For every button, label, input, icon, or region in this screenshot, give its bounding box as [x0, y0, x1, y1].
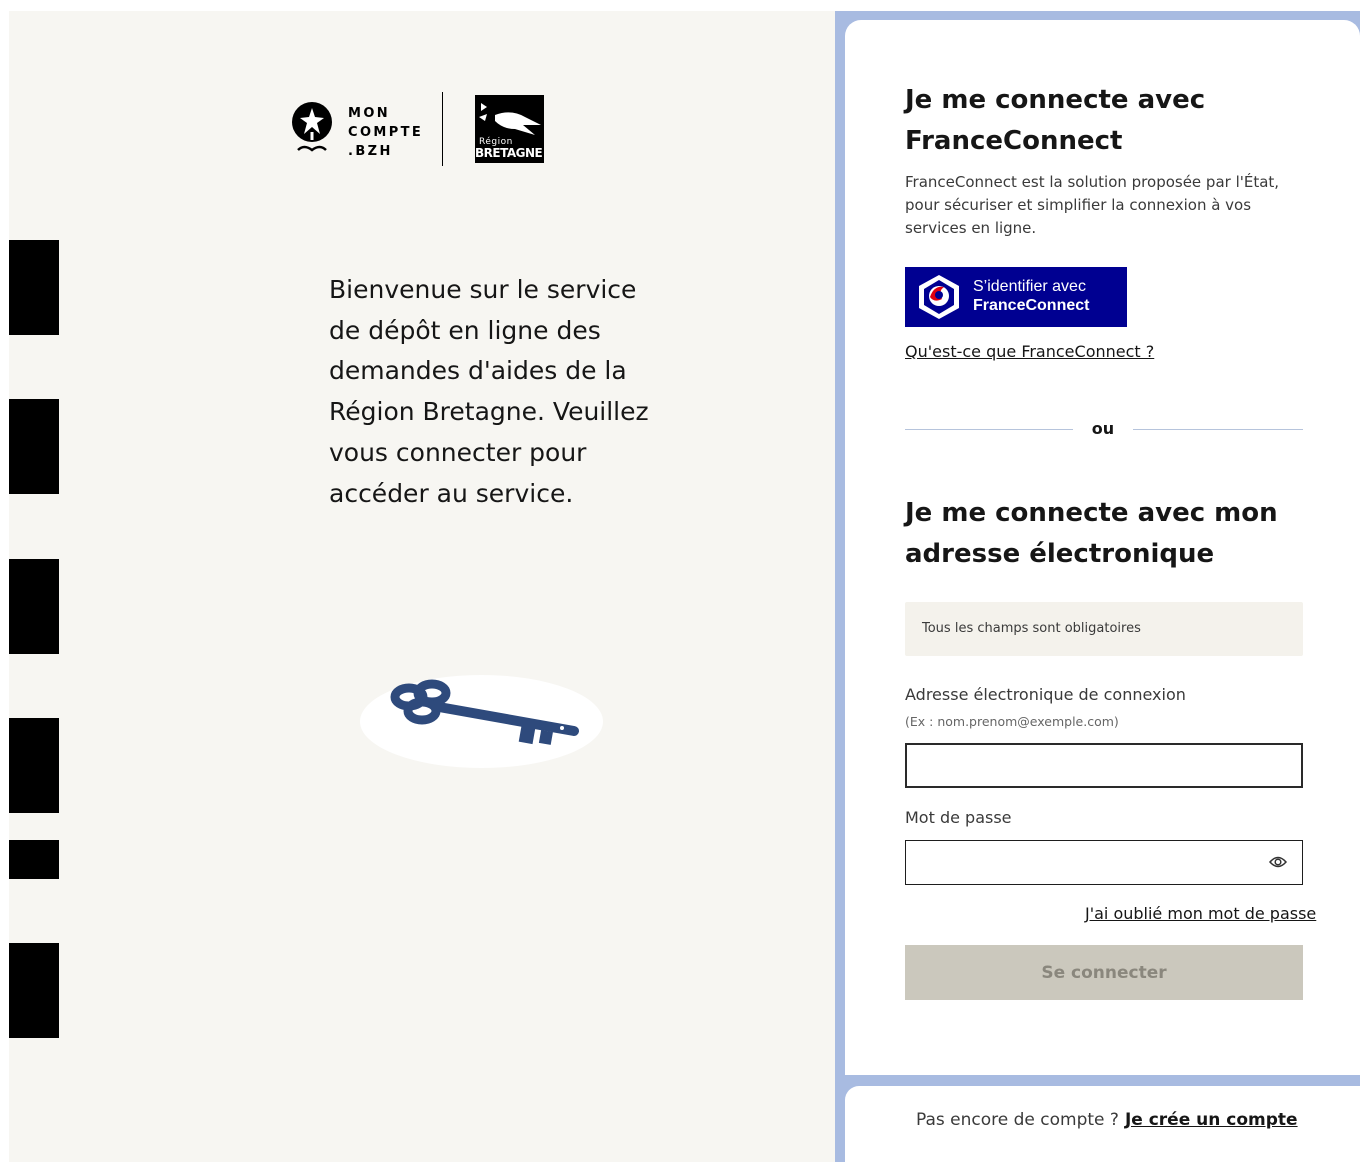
logo-line: MON — [348, 106, 391, 121]
forgot-password-link[interactable]: J'ai oublié mon mot de passe — [1085, 904, 1316, 923]
franceconnect-button-line1: S’identifier avec — [973, 278, 1086, 295]
key-illustration — [360, 675, 603, 768]
email-input[interactable] — [905, 743, 1303, 788]
franceconnect-info-link[interactable]: Qu'est-ce que FranceConnect ? — [905, 342, 1154, 361]
region-logo-big-text: BRETAGNE — [475, 146, 543, 160]
redaction-block — [9, 399, 59, 494]
email-hint: (Ex : nom.prenom@exemple.com) — [905, 714, 1119, 729]
signup-prompt: Pas encore de compte ? — [916, 1110, 1119, 1130]
email-label: Adresse électronique de connexion — [905, 685, 1186, 704]
redaction-block — [9, 559, 59, 654]
franceconnect-logo-icon — [916, 273, 962, 321]
eye-icon[interactable] — [1266, 851, 1290, 873]
logo-line: .BZH — [348, 144, 393, 159]
redaction-block — [9, 943, 59, 1038]
redaction-block — [9, 840, 59, 879]
mon-compte-logo-text: MON COMPTE .BZH — [348, 104, 423, 161]
email-login-title: Je me connecte avec mon adresse électron… — [905, 498, 1278, 569]
login-submit-button[interactable]: Se connecter — [905, 945, 1303, 1000]
redaction-block — [9, 718, 59, 813]
franceconnect-description: FranceConnect est la solution proposée p… — [905, 173, 1280, 237]
logo-line: COMPTE — [348, 125, 424, 140]
password-input[interactable] — [905, 840, 1303, 885]
separator-line — [905, 429, 1073, 430]
mon-compte-logo-icon — [290, 102, 334, 154]
separator-text: ou — [1091, 419, 1115, 438]
logo-divider — [442, 92, 443, 166]
create-account-link[interactable]: Je crée un compte — [1125, 1110, 1298, 1130]
separator-line — [1133, 429, 1303, 430]
redaction-block — [9, 240, 59, 335]
required-fields-text: Tous les champs sont obligatoires — [922, 621, 1141, 636]
required-fields-notice: Tous les champs sont obligatoires — [905, 602, 1303, 656]
region-bretagne-logo: Région BRETAGNE — [475, 95, 544, 163]
left-panel — [9, 11, 835, 1162]
signup-row: Pas encore de compte ? Je crée un compte — [916, 1110, 1298, 1130]
franceconnect-button[interactable]: S’identifier avec FranceConnect — [905, 267, 1127, 327]
password-label: Mot de passe — [905, 808, 1012, 827]
franceconnect-button-line2: FranceConnect — [973, 297, 1090, 314]
franceconnect-title: Je me connecte avec FranceConnect — [905, 85, 1206, 156]
key-icon — [390, 679, 579, 745]
welcome-message: Bienvenue sur le service de dépôt en lig… — [329, 275, 649, 508]
